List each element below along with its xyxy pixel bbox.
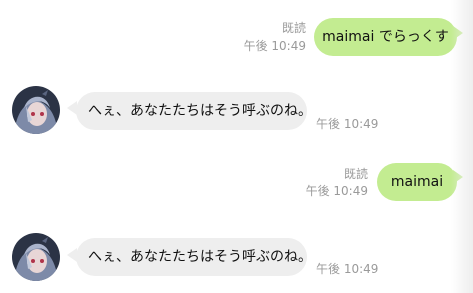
avatar[interactable]	[12, 233, 60, 281]
bubble-tail	[453, 170, 463, 184]
avatar[interactable]	[12, 86, 60, 134]
anime-character-avatar-icon	[12, 233, 60, 281]
message-text: へぇ、あなたたちはそう呼ぶのね。	[88, 249, 312, 265]
message-text: maimai でらっくす	[322, 29, 449, 45]
message-bubble[interactable]: へぇ、あなたたちはそう呼ぶのね。	[76, 92, 312, 130]
message-bubble[interactable]: maimai でらっくす	[314, 18, 457, 56]
chat-window: 既読 午後 10:49 maimai でらっくす へぇ、あなたたちはそう呼ぶのね…	[0, 0, 473, 293]
message-bubble[interactable]: maimai	[377, 163, 457, 201]
message-time: 午後 10:49	[305, 184, 368, 198]
read-receipt: 既読	[281, 21, 306, 35]
message-time: 午後 10:49	[316, 262, 379, 276]
anime-character-avatar-icon	[12, 86, 60, 134]
message-time: 午後 10:49	[243, 39, 306, 53]
message-text: maimai	[390, 174, 444, 190]
message-text: へぇ、あなたたちはそう呼ぶのね。	[88, 103, 312, 119]
read-receipt: 既読	[343, 167, 368, 181]
message-bubble[interactable]: へぇ、あなたたちはそう呼ぶのね。	[76, 238, 312, 276]
message-time: 午後 10:49	[316, 117, 379, 131]
bubble-tail	[453, 26, 463, 40]
